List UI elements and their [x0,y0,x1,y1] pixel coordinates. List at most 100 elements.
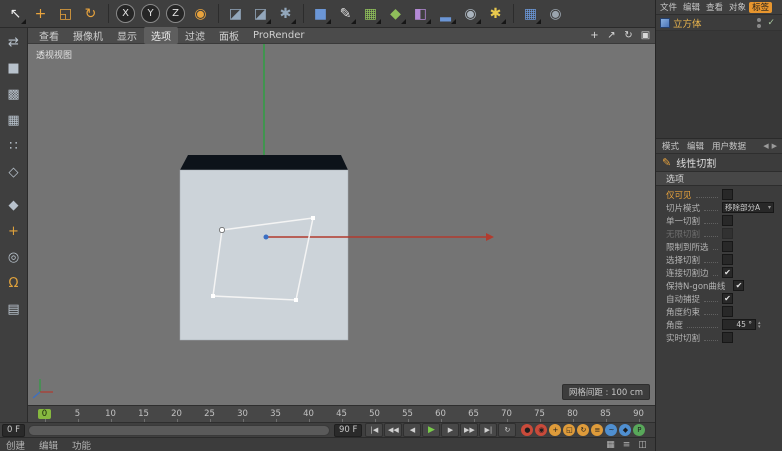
vp-menu-view[interactable]: 查看 [32,27,66,44]
timeline-tick[interactable]: 85 [589,406,622,422]
record-parameter-button[interactable]: ≡ [591,424,604,436]
om-menu-tags[interactable]: 标签 [749,1,773,13]
cut-vertex[interactable] [294,298,298,302]
move-tool[interactable]: + [29,2,52,25]
add-cube-button[interactable]: ■ [309,2,332,25]
dolly-view-icon[interactable]: ↗ [605,29,618,42]
vp-menu-display[interactable]: 显示 [110,27,144,44]
scale-tool[interactable]: ◱ [54,2,77,25]
timeline-tick[interactable]: 20 [160,406,193,422]
checkbox[interactable] [722,332,733,343]
timeline-tick[interactable]: 60 [424,406,457,422]
checkbox[interactable] [733,280,745,291]
timeline-tick[interactable]: 30 [226,406,259,422]
previous-key-button[interactable]: ◀◀ [384,423,403,437]
timeline-tick[interactable]: 75 [523,406,556,422]
polygons-mode-icon[interactable]: ◆ [2,194,25,217]
vp-menu-prorender[interactable]: ProRender [246,29,311,42]
timeline-tick[interactable]: 65 [457,406,490,422]
am-menu-userdata[interactable]: 用户数据 [708,140,750,152]
timeline-ruler[interactable]: 0 5 10 15 20 25 30 35 40 45 50 55 60 65 … [28,405,655,422]
keyframe-presets-button[interactable]: P [633,424,646,436]
object-row-cube[interactable]: 立方体 ✓ [656,15,782,30]
cut-vertex-handle[interactable] [219,227,225,233]
pan-view-icon[interactable]: + [588,29,601,42]
checkbox[interactable] [722,267,733,278]
object-manager-list-area[interactable] [656,30,782,138]
workplane-mode-icon[interactable]: ▦ [2,109,25,132]
record-rotation-button[interactable]: ↻ [577,424,590,436]
render-visibility-dot[interactable] [757,23,762,28]
vp-menu-filter[interactable]: 过滤 [178,27,212,44]
timeline-tick[interactable]: 35 [259,406,292,422]
enable-axis-icon[interactable]: + [2,220,25,243]
viewport-canvas[interactable]: 透视视图 网格间距 : 100 cm [28,44,655,405]
checkbox[interactable] [722,241,733,252]
record-scale-button[interactable]: ◱ [563,424,576,436]
lock-y-axis-button[interactable]: Y [141,4,160,23]
timeline-tick[interactable]: 40 [292,406,325,422]
visibility-toggles[interactable] [757,17,762,28]
history-back-icon[interactable]: ◀ [763,142,768,150]
make-editable-icon[interactable]: ⇄ [2,31,25,54]
points-mode-icon[interactable]: ∷ [2,135,25,158]
options-section-header[interactable]: 选项 [656,171,782,186]
play-button[interactable]: ▶ [422,423,441,437]
autokey-button[interactable]: ◉ [535,424,548,436]
om-menu-object[interactable]: 对象 [726,2,749,13]
timeline-tick[interactable]: 5 [61,406,94,422]
lock-z-axis-button[interactable]: Z [166,4,185,23]
am-menu-edit[interactable]: 编辑 [683,140,708,152]
film-camera-button[interactable]: ◉ [544,2,567,25]
timeline-tick[interactable]: 80 [556,406,589,422]
timeline-tick[interactable]: 0 [28,406,61,422]
mat-menu-function[interactable]: 功能 [72,438,91,451]
next-frame-button[interactable]: ▶ [441,423,460,437]
record-pla-button[interactable]: ~ [605,424,618,436]
mat-menu-create[interactable]: 创建 [6,438,25,451]
timeline-tick[interactable]: 45 [325,406,358,422]
dropdown[interactable]: 移除部分A [722,202,774,213]
workplane-snap-icon[interactable]: ▤ [2,298,25,321]
editor-visibility-dot[interactable] [757,17,762,22]
model-mode-icon[interactable]: ■ [2,57,25,80]
checkbox[interactable] [722,228,733,239]
checkbox[interactable] [722,293,733,304]
history-forward-icon[interactable]: ▶ [772,142,777,150]
render-settings-button[interactable]: ✱ [274,2,304,25]
vp-menu-panel[interactable]: 面板 [212,27,246,44]
render-view-button[interactable]: ◪ [224,2,247,25]
checkbox[interactable] [722,215,733,226]
object-enabled-check[interactable]: ✓ [767,18,775,28]
toggle-view-icon[interactable]: ▣ [639,29,652,42]
om-menu-edit[interactable]: 编辑 [680,2,703,13]
timeline-tick[interactable]: 55 [391,406,424,422]
go-to-end-button[interactable]: ▶| [479,423,498,437]
start-frame-field[interactable]: 0 F [2,423,25,437]
rotate-tool[interactable]: ↻ [79,2,109,25]
cut-vertex[interactable] [311,216,315,220]
render-picture-viewer-button[interactable]: ◪ [249,2,272,25]
camera-button[interactable]: ◉ [459,2,482,25]
timeline-tick[interactable]: 50 [358,406,391,422]
timeline-tick[interactable]: 15 [127,406,160,422]
next-key-button[interactable]: ▶▶ [460,423,479,437]
viewport-solo-icon[interactable]: ◎ [2,246,25,269]
texture-mode-icon[interactable]: ▩ [2,83,25,106]
om-menu-view[interactable]: 查看 [703,2,726,13]
console-icon[interactable]: ≡ [620,439,633,451]
rotate-view-icon[interactable]: ↻ [622,29,635,42]
checkbox[interactable] [722,189,733,200]
record-position-button[interactable]: + [549,424,562,436]
mat-menu-edit[interactable]: 编辑 [39,438,58,451]
lock-x-axis-button[interactable]: X [116,4,135,23]
layout-icon[interactable]: ◫ [636,439,649,451]
render-queue-icon[interactable]: ▦ [604,439,617,451]
edges-mode-icon[interactable]: ◇ [2,161,25,184]
loop-button[interactable]: ↻ [498,423,517,437]
display-filter-button[interactable]: ▦ [519,2,542,25]
array-generator-button[interactable]: ◆ [384,2,407,25]
cut-vertex[interactable] [211,294,215,298]
record-keyframe-button[interactable]: ● [521,424,534,436]
previous-frame-button[interactable]: ◀ [403,423,422,437]
